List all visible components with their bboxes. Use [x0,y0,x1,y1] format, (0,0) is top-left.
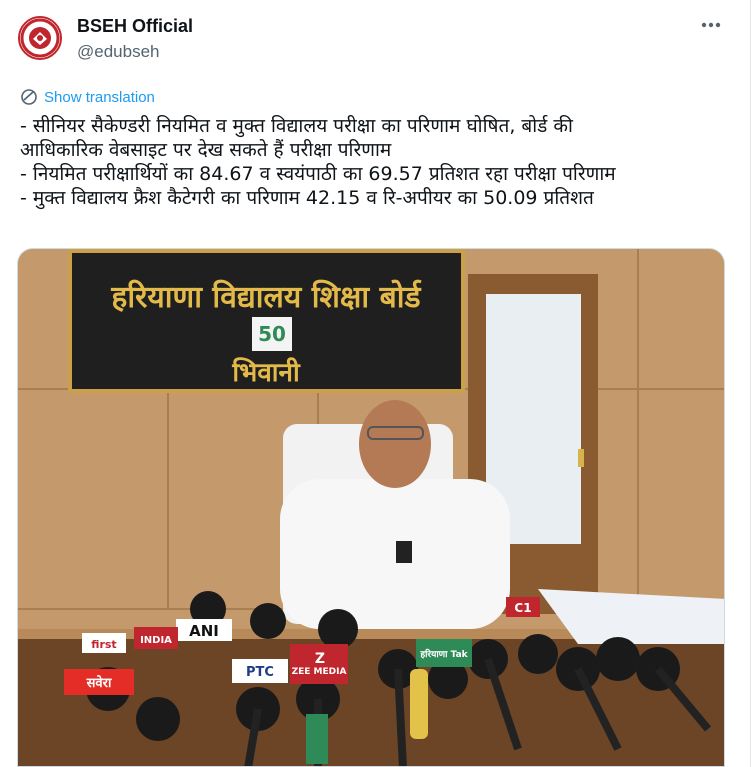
tweet-card: BSEH Official @edubseh Show translation … [0,0,751,767]
board-sign: हरियाणा विद्यालय शिक्षा बोर्ड 50 भिवानी [68,249,465,393]
display-name[interactable]: BSEH Official [77,16,193,37]
mic-label-zee-media: ZEE MEDIA [292,667,347,677]
tweet-photo[interactable]: हरियाणा विद्यालय शिक्षा बोर्ड 50 भिवानी [17,248,725,767]
globe-translate-icon [21,89,37,105]
mic-label-z: Z [315,651,325,667]
mic-label-india: INDIA [140,635,172,646]
mic-label-first: first [91,638,116,651]
press-conference-image: हरियाणा विद्यालय शिक्षा बोर्ड 50 भिवानी [18,249,724,766]
mic-label-haryana-tak: हरियाणा Tak [419,648,468,660]
tweet-text: - सीनियर सैकेण्डरी नियमित व मुक्त विद्या… [20,114,720,210]
mic-label-c1: C1 [514,601,531,615]
bseh-logo-icon [20,18,60,58]
logo-number: 50 [258,322,286,346]
more-horizontal-icon [701,22,721,28]
tweet-line: - नियमित परीक्षार्थियों का 84.67 व स्वयं… [20,163,616,185]
more-options-button[interactable] [698,12,724,38]
mic-label-savera: सवेरा [86,675,112,691]
tweet-line: - सीनियर सैकेण्डरी नियमित व मुक्त विद्या… [20,115,573,137]
sign-line2: भिवानी [231,357,301,388]
mic-label-ani: ANI [189,622,219,640]
show-translation-link[interactable]: Show translation [20,88,155,106]
mic-label-ptc: PTC [246,665,274,680]
tweet-line: - मुक्त विद्यालय फ्रैश कैटेगरी का परिणाम… [20,187,594,209]
user-handle[interactable]: @edubseh [77,42,160,62]
sign-line1: हरियाणा विद्यालय शिक्षा बोर्ड [110,279,421,315]
tweet-line: आधिकारिक वेबसाइट पर देख सकते हैं परीक्षा… [20,139,392,161]
show-translation-label: Show translation [44,88,155,106]
avatar[interactable] [18,16,62,60]
